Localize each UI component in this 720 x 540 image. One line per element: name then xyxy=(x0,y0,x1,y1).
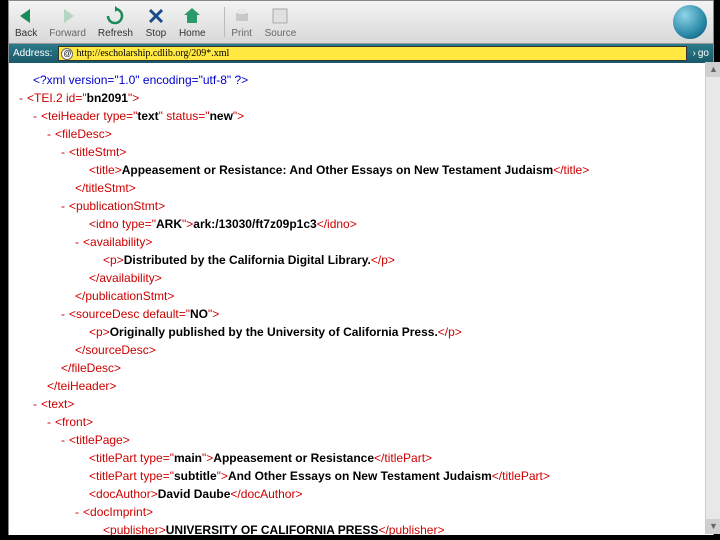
docauthor-tag: docAuthor xyxy=(96,487,151,501)
titlestmt-close: titleStmt xyxy=(85,181,128,195)
text-tag: text xyxy=(48,397,67,411)
browser-throbber-icon xyxy=(673,5,707,39)
source-text: Originally published by the University o… xyxy=(110,325,438,339)
at-icon: @ xyxy=(61,48,73,60)
availability-close: availability xyxy=(99,271,154,285)
publisher-text: UNIVERSITY OF CALIFORNIA PRESS xyxy=(166,523,379,535)
tei-id: bn2091 xyxy=(87,91,128,105)
filedesc-tag: fileDesc xyxy=(62,127,105,141)
idno-text: ark:/13030/ft7z09p1c3 xyxy=(193,217,316,231)
address-bar: Address: @ go xyxy=(9,44,713,63)
pubstmt-close: publicationStmt xyxy=(85,289,167,303)
publisher-tag: publisher xyxy=(110,523,159,535)
availability-text: Distributed by the California Digital Li… xyxy=(124,253,371,267)
xml-content: <?xml version="1.0" encoding="utf-8" ?> … xyxy=(9,63,713,535)
source-button[interactable]: Source xyxy=(265,5,297,39)
title-text: Appeasement or Resistance: And Other Ess… xyxy=(122,163,553,177)
home-icon xyxy=(181,5,203,27)
idno-type: ARK xyxy=(156,217,182,231)
titlepart-main-text: Appeasement or Resistance xyxy=(213,451,374,465)
teiheader-type: text xyxy=(137,109,158,123)
refresh-button[interactable]: Refresh xyxy=(98,5,133,39)
forward-label: Forward xyxy=(49,28,86,39)
go-button[interactable]: go xyxy=(693,48,709,59)
print-label: Print xyxy=(231,28,252,39)
front-tag: front xyxy=(62,415,86,429)
teiheader-status: new xyxy=(210,109,233,123)
source-icon xyxy=(269,5,291,27)
author-text: David Daube xyxy=(158,487,231,501)
stop-label: Stop xyxy=(146,28,167,39)
titlepart-sub-type: subtitle xyxy=(174,469,217,483)
teiheader-close: teiHeader xyxy=(57,379,109,393)
refresh-label: Refresh xyxy=(98,28,133,39)
sourcedesc-close: sourceDesc xyxy=(85,343,148,357)
print-icon xyxy=(231,5,253,27)
address-input-wrap[interactable]: @ xyxy=(58,46,686,61)
vertical-scrollbar[interactable]: ▲ ▼ xyxy=(705,62,720,534)
home-button[interactable]: Home xyxy=(179,5,206,39)
titlepart-main-type: main xyxy=(174,451,202,465)
docimprint-tag: docImprint xyxy=(90,505,146,519)
scroll-up-icon[interactable]: ▲ xyxy=(706,62,720,77)
back-button[interactable]: Back xyxy=(15,5,37,39)
forward-icon xyxy=(57,5,79,27)
stop-button[interactable]: Stop xyxy=(145,5,167,39)
address-input[interactable] xyxy=(76,48,683,59)
back-label: Back xyxy=(15,28,37,39)
print-button[interactable]: Print xyxy=(231,5,253,39)
address-label: Address: xyxy=(13,48,52,59)
home-label: Home xyxy=(179,28,206,39)
titlepart-sub-text: And Other Essays on New Testament Judais… xyxy=(228,469,492,483)
refresh-icon xyxy=(104,5,126,27)
source-label: Source xyxy=(265,28,297,39)
xml-declaration: <?xml version="1.0" encoding="utf-8" ?> xyxy=(33,73,248,87)
filedesc-close: fileDesc xyxy=(71,361,114,375)
forward-button[interactable]: Forward xyxy=(49,5,86,39)
title-tag: title xyxy=(96,163,115,177)
titlestmt-tag: titleStmt xyxy=(76,145,119,159)
stop-icon xyxy=(145,5,167,27)
pubstmt-tag: publicationStmt xyxy=(76,199,158,213)
sourcedesc-default: NO xyxy=(190,307,208,321)
scroll-down-icon[interactable]: ▼ xyxy=(706,519,720,534)
toolbar: Back Forward Refresh Stop Home Print Sou… xyxy=(9,1,713,44)
availability-tag: availability xyxy=(90,235,145,249)
back-icon xyxy=(15,5,37,27)
titlepage-tag: titlePage xyxy=(76,433,123,447)
toolbar-separator xyxy=(224,7,225,37)
